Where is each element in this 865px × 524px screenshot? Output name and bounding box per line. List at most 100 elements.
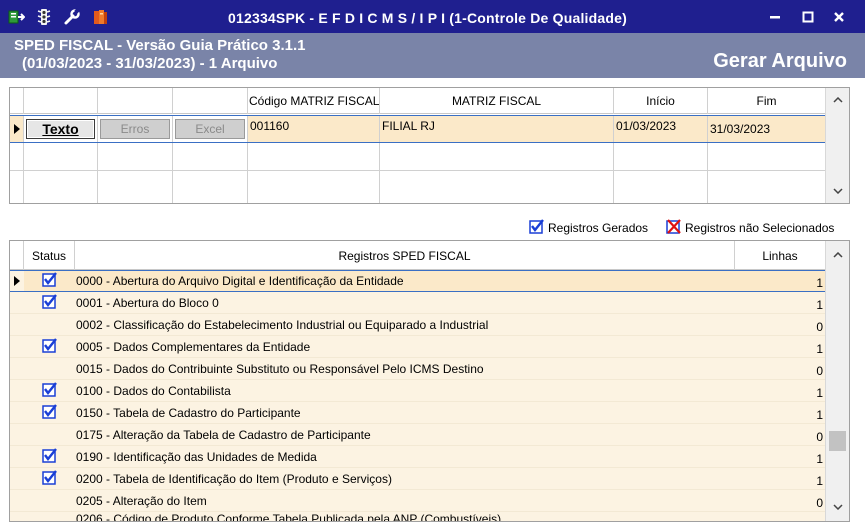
maximize-button[interactable]	[796, 6, 820, 28]
column-header-linhas[interactable]: Linhas	[735, 241, 826, 270]
checked-icon[interactable]	[41, 403, 58, 422]
row-indicator	[10, 490, 24, 511]
record-lines: 1	[816, 298, 823, 312]
column-header-registro[interactable]: Registros SPED FISCAL	[75, 241, 735, 270]
record-row[interactable]: 0206 - Código de Produto Conforme Tabela…	[10, 512, 826, 521]
record-name: 0175 - Alteração da Tabela de Cadastro d…	[76, 427, 371, 442]
record-row[interactable]: 0002 - Classificação do Estabelecimento …	[10, 314, 826, 336]
status-cell[interactable]	[24, 512, 75, 521]
status-cell[interactable]	[24, 468, 75, 489]
scroll-down-icon[interactable]	[826, 497, 849, 517]
checked-icon[interactable]	[41, 337, 58, 356]
record-name: 0190 - Identificação das Unidades de Med…	[76, 449, 317, 464]
record-lines: 1	[816, 342, 823, 356]
record-row[interactable]: 0200 - Tabela de Identificação do Item (…	[10, 468, 826, 490]
files-grid: Código MATRIZ FISCAL MATRIZ FISCAL Iníci…	[9, 87, 850, 204]
row-indicator-icon	[10, 116, 24, 142]
traffic-light-icon[interactable]	[34, 7, 54, 27]
row-indicator	[10, 468, 24, 489]
record-name: 0150 - Tabela de Cadastro do Participant…	[76, 405, 301, 420]
checked-icon[interactable]	[41, 293, 58, 312]
row-indicator	[10, 292, 24, 313]
row-indicator	[10, 358, 24, 379]
scroll-up-icon[interactable]	[826, 90, 849, 110]
fim-cell[interactable]: 31/03/2023	[708, 116, 826, 142]
excel-button[interactable]: Excel	[175, 119, 245, 139]
generate-file-button[interactable]: Gerar Arquivo	[713, 50, 847, 73]
record-lines: 1	[816, 386, 823, 400]
matriz-cell[interactable]: FILIAL RJ	[380, 116, 614, 142]
checked-icon[interactable]	[41, 447, 58, 466]
record-name: 0001 - Abertura do Bloco 0	[76, 295, 219, 310]
column-header-matriz[interactable]: MATRIZ FISCAL	[380, 88, 614, 114]
texto-button[interactable]: Texto	[26, 119, 95, 139]
record-row[interactable]: 0100 - Dados do Contabilista 1	[10, 380, 826, 402]
record-name: 0015 - Dados do Contribuinte Substituto …	[76, 361, 484, 376]
record-name: 0205 - Alteração do Item	[76, 493, 207, 508]
record-lines: 1	[816, 474, 823, 488]
minimize-button[interactable]	[763, 6, 787, 28]
status-cell[interactable]	[24, 446, 75, 467]
checked-icon	[529, 219, 545, 237]
record-lines: 0	[816, 320, 823, 334]
row-indicator	[10, 512, 24, 521]
column-header-fim[interactable]: Fim	[708, 88, 826, 114]
row-indicator	[10, 424, 24, 445]
row-indicator	[10, 336, 24, 357]
erros-button[interactable]: Erros	[100, 119, 170, 139]
record-lines	[735, 512, 826, 521]
record-lines: 0	[816, 364, 823, 378]
record-row[interactable]: 0175 - Alteração da Tabela de Cadastro d…	[10, 424, 826, 446]
record-row[interactable]: 0001 - Abertura do Bloco 0 1	[10, 292, 826, 314]
checked-icon[interactable]	[41, 272, 58, 290]
files-grid-header: Código MATRIZ FISCAL MATRIZ FISCAL Iníci…	[10, 88, 826, 114]
record-name: 0200 - Tabela de Identificação do Item (…	[76, 471, 392, 486]
status-cell[interactable]	[24, 402, 75, 423]
status-cell[interactable]	[24, 358, 75, 379]
empty-row	[10, 143, 826, 171]
export-icon[interactable]	[6, 7, 26, 27]
window-title: 012334SPK - E F D I C M S / I P I (1-Con…	[228, 10, 627, 26]
scroll-up-icon[interactable]	[826, 245, 849, 265]
record-name: 0100 - Dados do Contabilista	[76, 383, 231, 398]
record-row[interactable]: 0150 - Tabela de Cadastro do Participant…	[10, 402, 826, 424]
unchecked-x-icon	[666, 219, 682, 237]
records-grid-scrollbar[interactable]	[825, 241, 849, 521]
record-row[interactable]: 0000 - Abertura do Arquivo Digital e Ide…	[10, 270, 826, 292]
status-cell[interactable]	[24, 336, 75, 357]
record-name: 0002 - Classificação do Estabelecimento …	[76, 317, 489, 332]
status-cell[interactable]	[24, 271, 75, 291]
title-bar: 012334SPK - E F D I C M S / I P I (1-Con…	[0, 0, 865, 33]
files-grid-scrollbar[interactable]	[825, 88, 849, 203]
column-header-inicio[interactable]: Início	[614, 88, 708, 114]
status-cell[interactable]	[24, 314, 75, 335]
checked-icon[interactable]	[41, 469, 58, 488]
legend-generated-label: Registros Gerados	[548, 221, 649, 235]
status-cell[interactable]	[24, 380, 75, 401]
row-indicator-icon	[10, 271, 24, 291]
record-row[interactable]: 0190 - Identificação das Unidades de Med…	[10, 446, 826, 468]
inicio-cell[interactable]: 01/03/2023	[614, 116, 708, 142]
record-row[interactable]: 0005 - Dados Complementares da Entidade 1	[10, 336, 826, 358]
scroll-thumb[interactable]	[829, 431, 846, 451]
record-lines: 1	[816, 452, 823, 466]
close-button[interactable]	[827, 6, 851, 28]
column-header-status[interactable]: Status	[24, 241, 75, 270]
indicator-header	[10, 88, 24, 114]
record-row[interactable]: 0015 - Dados do Contribuinte Substituto …	[10, 358, 826, 380]
status-cell[interactable]	[24, 292, 75, 313]
wrench-icon[interactable]	[62, 7, 82, 27]
scroll-down-icon[interactable]	[826, 181, 849, 201]
file-row[interactable]: Texto Erros Excel 001160 FILIAL RJ 01/03…	[10, 115, 826, 143]
status-cell[interactable]	[24, 424, 75, 445]
record-row[interactable]: 0205 - Alteração do Item 0	[10, 490, 826, 512]
record-lines: 1	[816, 276, 823, 290]
books-icon[interactable]	[90, 7, 110, 27]
status-cell[interactable]	[24, 490, 75, 511]
row-indicator	[10, 314, 24, 335]
checked-icon[interactable]	[41, 381, 58, 400]
record-lines: 1	[816, 408, 823, 422]
column-header-codigo[interactable]: Código MATRIZ FISCAL	[248, 88, 380, 114]
record-name: 0005 - Dados Complementares da Entidade	[76, 339, 311, 354]
codigo-cell[interactable]: 001160	[248, 116, 380, 142]
